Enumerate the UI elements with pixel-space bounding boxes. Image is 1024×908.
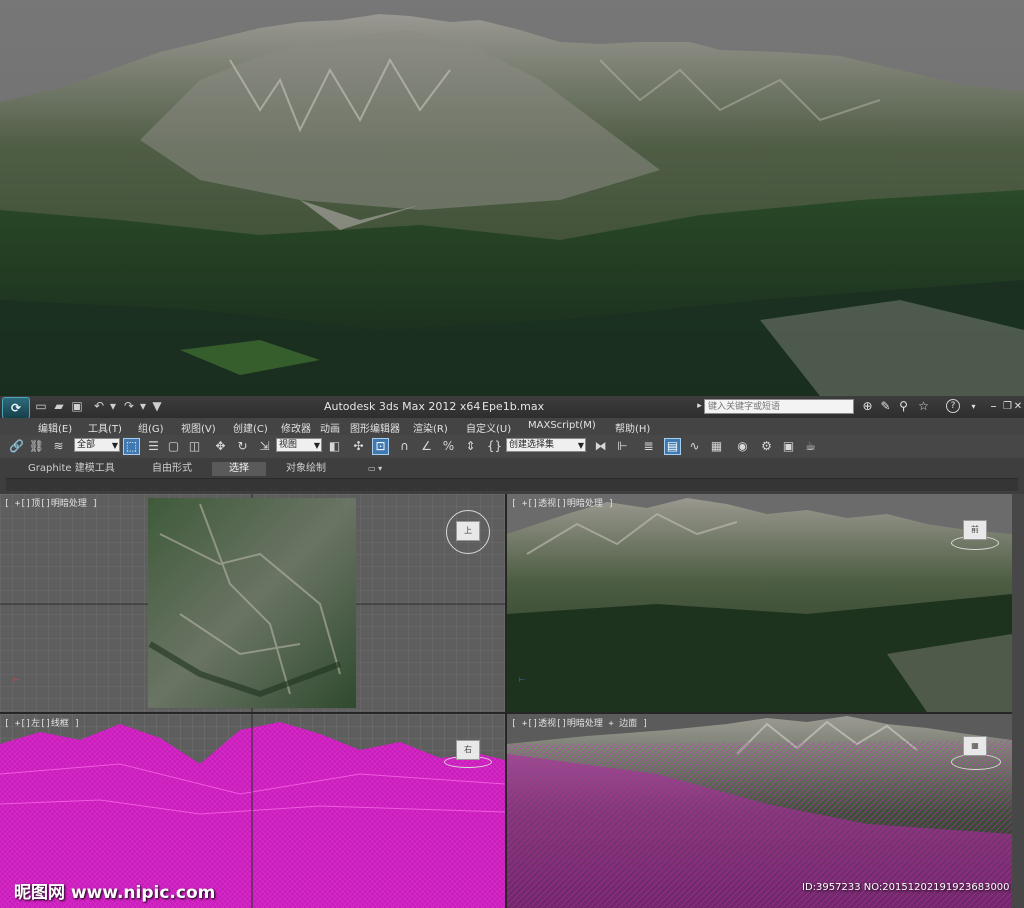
redo-icon[interactable]: ↷ xyxy=(122,399,136,413)
menu-animation[interactable]: 动画 xyxy=(320,420,340,435)
menu-maxscript[interactable]: MAXScript(M) xyxy=(528,420,596,431)
schematic-view-icon[interactable]: ▦ xyxy=(708,438,725,455)
quick-access-dropdown-icon[interactable]: ▼ xyxy=(150,399,164,413)
file-name: Epe1b.max xyxy=(482,400,545,413)
tab-object-paint[interactable]: 对象绘制 xyxy=(280,462,332,476)
open-file-icon[interactable]: ▰ xyxy=(52,399,66,413)
viewport-left-label[interactable]: [ +[]左[]线框 ] xyxy=(4,716,80,729)
viewport-perspective-shaded[interactable]: [ +[]透视[]明暗处理 ] 前 ⊢ xyxy=(507,494,1012,712)
window-crossing-icon[interactable]: ◫ xyxy=(186,438,203,455)
pivot-center-icon[interactable]: ◧ xyxy=(326,438,343,455)
select-and-move-icon[interactable]: ✥ xyxy=(212,438,229,455)
viewcube-right[interactable]: 右 xyxy=(456,740,480,760)
ribbon-panel-strip xyxy=(6,478,1018,491)
keyboard-shortcut-override-icon[interactable]: ⊡ xyxy=(372,438,389,455)
favorites-star-icon[interactable]: ☆ xyxy=(916,399,931,414)
undo-dropdown-icon[interactable]: ▾ xyxy=(106,399,120,413)
viewport-perspective-edged[interactable]: [ +[]透视[]明暗处理 + 边面 ] ▦ xyxy=(507,714,1012,908)
material-editor-icon[interactable]: ◉ xyxy=(734,438,751,455)
selection-filter-value: 全部 xyxy=(77,440,96,450)
axis-tripod-icon: ⊢ xyxy=(14,676,21,684)
graphite-modeling-tools-icon[interactable]: ▤ xyxy=(664,438,681,455)
menu-create[interactable]: 创建(C) xyxy=(233,420,268,435)
redo-dropdown-icon[interactable]: ▾ xyxy=(136,399,150,413)
viewport-persp2-label[interactable]: [ +[]透视[]明暗处理 + 边面 ] xyxy=(511,716,648,729)
select-object-icon[interactable]: ⬚ xyxy=(123,438,140,455)
named-selection-value: 创建选择集 xyxy=(509,440,555,450)
terrain-render-preview xyxy=(0,0,1024,396)
render-setup-icon[interactable]: ⚙ xyxy=(758,438,775,455)
select-by-name-icon[interactable]: ☰ xyxy=(145,438,162,455)
snaps-toggle-icon[interactable]: ∩ xyxy=(396,438,413,455)
menu-group[interactable]: 组(G) xyxy=(138,420,164,435)
communication-center-icon[interactable]: ⚲ xyxy=(896,399,911,414)
edit-named-selection-icon[interactable]: {} xyxy=(486,438,503,455)
viewcube-top[interactable]: 上 xyxy=(456,521,480,541)
align-icon[interactable]: ⊩ xyxy=(614,438,631,455)
menu-bar: 编辑(E) 工具(T) 组(G) 视图(V) 创建(C) 修改器 动画 图形编辑… xyxy=(0,418,1024,436)
viewport-top[interactable]: [ +[]顶[]明暗处理 ] 上 ⊢ xyxy=(0,494,505,712)
command-panel-collapsed[interactable] xyxy=(1012,494,1024,908)
menu-modifiers[interactable]: 修改器 xyxy=(281,420,311,435)
tab-selection[interactable]: 选择 xyxy=(212,462,266,476)
viewcube-ring[interactable] xyxy=(951,754,1001,770)
window-title: Autodesk 3ds Max 2012 x64 xyxy=(324,400,481,413)
viewport-top-label[interactable]: [ +[]顶[]明暗处理 ] xyxy=(4,496,98,509)
menu-tools[interactable]: 工具(T) xyxy=(88,420,122,435)
minimize-icon[interactable]: – xyxy=(986,399,1001,414)
spinner-snap-icon[interactable]: ⇕ xyxy=(462,438,479,455)
help-icon[interactable]: ? xyxy=(946,399,960,413)
tab-graphite-modeling[interactable]: Graphite 建模工具 xyxy=(22,462,121,476)
search-input[interactable] xyxy=(704,399,854,414)
close-icon[interactable]: ✕ xyxy=(1012,399,1024,414)
rectangular-selection-icon[interactable]: ▢ xyxy=(165,438,182,455)
render-production-icon[interactable]: ☕ xyxy=(802,438,819,455)
rendered-frame-window-icon[interactable]: ▣ xyxy=(780,438,797,455)
help-dropdown-icon[interactable]: ▾ xyxy=(966,399,981,414)
layer-manager-icon[interactable]: ≣ xyxy=(640,438,657,455)
main-toolbar: 🔗 ⛓ ≋ 全部 ▼ ⬚ ☰ ▢ ◫ ✥ ↻ ⇲ 视图 ▼ ◧ ✣ ⊡ ∩ ∠ % … xyxy=(0,435,1024,459)
menu-edit[interactable]: 编辑(E) xyxy=(38,420,72,435)
select-and-rotate-icon[interactable]: ↻ xyxy=(234,438,251,455)
viewport-area: [ +[]顶[]明暗处理 ] 上 ⊢ [ +[]透视[]明暗处理 ] 前 ⊢ [… xyxy=(0,494,1012,908)
ribbon-options-dropdown-icon[interactable]: ▭ ▾ xyxy=(362,462,388,476)
save-file-icon[interactable]: ▣ xyxy=(70,399,84,413)
unlink-icon[interactable]: ⛓ xyxy=(28,438,45,455)
tab-freeform[interactable]: 自由形式 xyxy=(146,462,198,476)
undo-icon[interactable]: ↶ xyxy=(92,399,106,413)
selection-filter-dropdown[interactable]: 全部 ▼ xyxy=(74,438,120,452)
watermark-site: 昵图网 www.nipic.com xyxy=(14,883,216,903)
application-menu-button[interactable]: ⟳ xyxy=(2,397,30,419)
percent-snap-icon[interactable]: % xyxy=(440,438,457,455)
new-file-icon[interactable]: ▭ xyxy=(34,399,48,413)
select-and-scale-icon[interactable]: ⇲ xyxy=(256,438,273,455)
menu-graph-editors[interactable]: 图形编辑器 xyxy=(350,420,400,435)
axis-tripod-icon: ⊢ xyxy=(519,676,526,684)
menu-customize[interactable]: 自定义(U) xyxy=(466,420,511,435)
graphite-ribbon: Graphite 建模工具 自由形式 选择 对象绘制 ▭ ▾ xyxy=(0,458,1024,495)
reference-coordinate-value: 视图 xyxy=(279,440,298,450)
bind-space-warp-icon[interactable]: ≋ xyxy=(50,438,67,455)
title-bar: ⟳ ▭ ▰ ▣ ↶ ▾ ↷ ▾ ▼ Autodesk 3ds Max 2012 … xyxy=(0,396,1024,419)
binoculars-icon[interactable]: ⊕ xyxy=(860,399,875,414)
subscription-center-icon[interactable]: ✎ xyxy=(878,399,893,414)
select-and-link-icon[interactable]: 🔗 xyxy=(8,438,25,455)
watermark-id: ID:3957233 NO:20151202191923683000 xyxy=(802,882,1010,893)
angle-snap-icon[interactable]: ∠ xyxy=(418,438,435,455)
select-manipulate-icon[interactable]: ✣ xyxy=(350,438,367,455)
menu-help[interactable]: 帮助(H) xyxy=(615,420,650,435)
reference-coordinate-dropdown[interactable]: 视图 ▼ xyxy=(276,438,322,452)
viewcube-front[interactable]: 前 xyxy=(963,520,987,540)
mirror-icon[interactable]: ⧓ xyxy=(592,438,609,455)
viewport-persp1-label[interactable]: [ +[]透视[]明暗处理 ] xyxy=(511,496,614,509)
curve-editor-icon[interactable]: ∿ xyxy=(686,438,703,455)
named-selection-sets-dropdown[interactable]: 创建选择集 ▼ xyxy=(506,438,586,452)
viewcube-perspective[interactable]: ▦ xyxy=(963,736,987,756)
menu-rendering[interactable]: 渲染(R) xyxy=(413,420,448,435)
menu-views[interactable]: 视图(V) xyxy=(181,420,216,435)
